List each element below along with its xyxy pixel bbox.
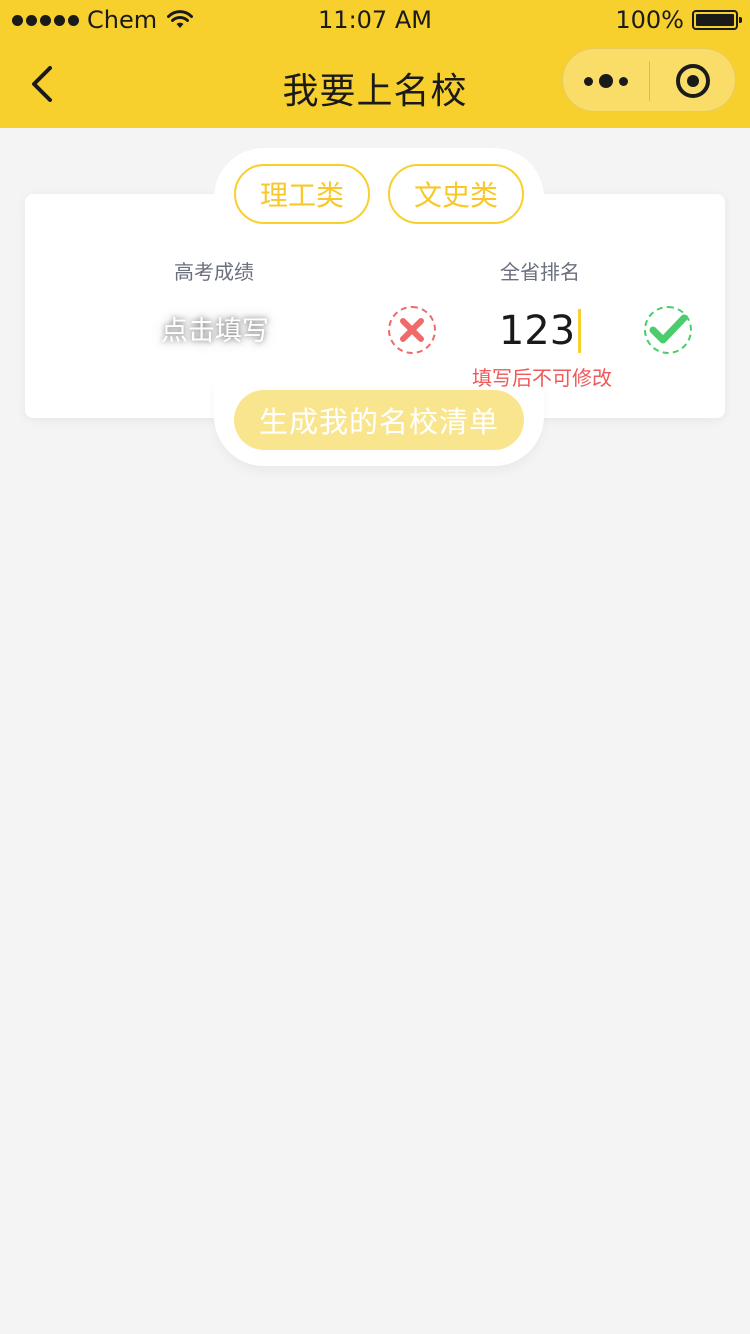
tab-arts[interactable]: 文史类	[388, 164, 524, 224]
more-button[interactable]	[563, 49, 649, 113]
nav-bar: 我要上名校	[0, 40, 750, 128]
text-caret	[578, 309, 582, 353]
confirm-button[interactable]	[644, 306, 692, 354]
battery-percent: 100%	[615, 6, 684, 34]
tab-science[interactable]: 理工类	[234, 164, 370, 224]
score-label: 高考成绩	[174, 260, 254, 284]
more-dots-icon	[584, 76, 593, 86]
battery-info: 100%	[615, 6, 742, 34]
target-close-icon	[676, 64, 710, 98]
check-icon	[649, 314, 688, 344]
close-icon	[400, 318, 424, 342]
hint-text: 填写后不可修改	[472, 366, 612, 390]
mini-program-capsule	[562, 48, 736, 112]
rank-input[interactable]: 123	[440, 302, 640, 360]
score-input[interactable]: 点击填写	[150, 300, 280, 356]
clear-button[interactable]	[388, 306, 436, 354]
more-dot-center	[599, 74, 613, 88]
generate-list-button[interactable]: 生成我的名校清单	[234, 390, 524, 450]
more-dot-right	[619, 76, 628, 86]
rank-label: 全省排名	[500, 260, 580, 284]
status-bar: Chem 11:07 AM 100%	[0, 0, 750, 40]
close-button[interactable]	[650, 49, 736, 113]
rank-value: 123	[498, 308, 576, 354]
battery-icon	[692, 10, 742, 30]
